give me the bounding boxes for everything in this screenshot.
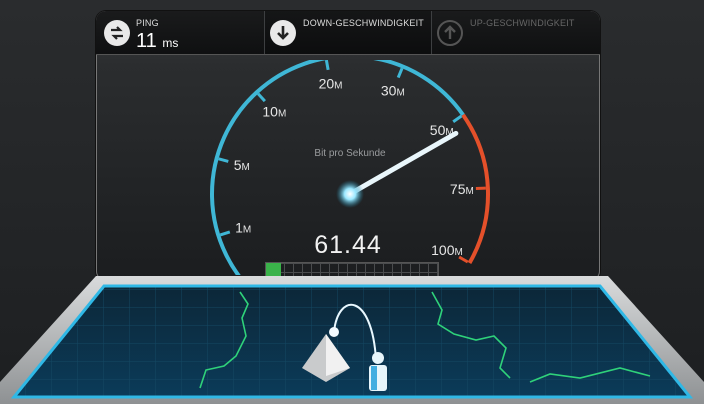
upload-section: UP-GESCHWINDIGKEIT [432, 11, 600, 54]
gauge-tick [219, 230, 231, 237]
gauge-tick [396, 67, 404, 79]
gauge-tick-label: 1M [235, 220, 251, 236]
upload-arrow-icon [437, 20, 463, 46]
connection-point [329, 327, 339, 337]
download-arrow-icon [270, 20, 296, 46]
ping-value: 11 ms [136, 30, 178, 53]
result-header: PING 11 ms DOWN-GESCHWINDIGKEIT UP-GESCH… [96, 11, 600, 55]
gauge-tick-label: 10M [262, 103, 286, 119]
ping-label: PING [136, 18, 159, 28]
ping-section: PING 11 ms [96, 11, 264, 54]
gauge-hub [336, 180, 364, 208]
ping-number: 11 [136, 30, 157, 52]
gauge-tick-label: 100M [431, 242, 463, 258]
gauge-tick-label: 20M [319, 76, 343, 92]
ping-icon [104, 20, 130, 46]
gauge-tick [324, 60, 330, 71]
gauge-tick-label: 75M [450, 181, 474, 197]
ping-unit: ms [162, 36, 179, 50]
gauge-caption: Bit pro Sekunde [314, 148, 386, 159]
gauge-tick-label: 30M [381, 83, 405, 99]
gauge-tick-label: 5M [234, 157, 250, 173]
gauge-tick [257, 92, 266, 103]
download-label: DOWN-GESCHWINDIGKEIT [303, 18, 424, 28]
map-grid [14, 286, 690, 397]
gauge-tick [452, 114, 463, 123]
gauge-tick [218, 157, 229, 163]
speed-reading: 61.44 [314, 231, 382, 259]
gauge-needle [347, 130, 459, 197]
upload-label: UP-GESCHWINDIGKEIT [470, 18, 575, 28]
map-platform [0, 276, 704, 404]
download-section: DOWN-GESCHWINDIGKEIT [265, 11, 431, 54]
